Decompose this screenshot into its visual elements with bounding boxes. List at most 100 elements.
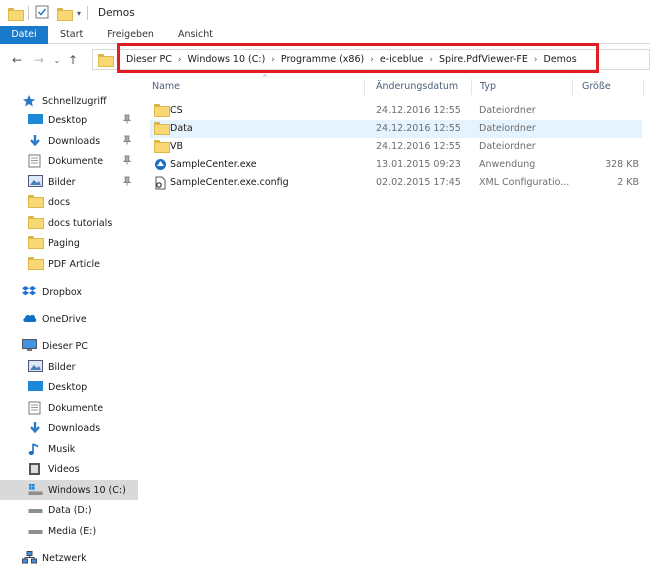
file-name: Data: [170, 123, 193, 134]
nav-item-dokumente-pc[interactable]: Dokumente: [0, 398, 138, 418]
nav-item-dieser-pc[interactable]: Dieser PC: [0, 336, 138, 356]
documents-icon: [28, 154, 44, 168]
video-icon: [28, 462, 44, 476]
breadcrumb-e-iceblue[interactable]: e-iceblue: [380, 54, 424, 65]
folder-icon: [28, 257, 44, 271]
nav-label: Dieser PC: [42, 340, 88, 352]
nav-item-bilder-pc[interactable]: Bilder: [0, 357, 138, 377]
nav-label: Dokumente: [48, 402, 104, 414]
file-name: VB: [170, 141, 184, 152]
chevron-right-icon[interactable]: ›: [178, 55, 182, 65]
breadcrumb-demos[interactable]: Demos: [544, 54, 577, 65]
nav-item-desktop[interactable]: Desktop: [0, 110, 138, 130]
column-header-date[interactable]: Änderungsdatum: [376, 81, 458, 92]
file-type: Dateiordner: [479, 123, 536, 134]
file-row-data[interactable]: Data 24.12.2016 12:55 Dateiordner: [150, 120, 642, 138]
properties-icon[interactable]: [35, 5, 49, 22]
dropbox-icon: [22, 285, 38, 299]
file-name: CS: [170, 105, 183, 116]
tab-start[interactable]: Start: [48, 26, 95, 44]
chevron-right-icon[interactable]: ›: [370, 55, 374, 65]
file-size: 2 KB: [617, 177, 639, 188]
nav-item-pdf-article[interactable]: PDF Article: [0, 254, 138, 274]
nav-label: Videos: [48, 463, 80, 475]
breadcrumb-windows-10[interactable]: Windows 10 (C:): [188, 54, 266, 65]
pin-icon[interactable]: [122, 176, 132, 189]
nav-item-onedrive[interactable]: OneDrive: [0, 309, 138, 329]
file-row-samplecenter-exe[interactable]: SampleCenter.exe 13.01.2015 09:23 Anwend…: [150, 156, 642, 174]
folder-icon: [28, 195, 44, 209]
chevron-right-icon[interactable]: ›: [271, 55, 275, 65]
nav-label: docs: [48, 196, 71, 208]
nav-item-downloads[interactable]: Downloads: [0, 131, 138, 151]
tab-datei[interactable]: Datei: [0, 26, 48, 44]
chevron-right-icon[interactable]: ›: [429, 55, 433, 65]
file-row-samplecenter-config[interactable]: SampleCenter.exe.config 02.02.2015 17:45…: [150, 174, 642, 192]
breadcrumb-dieser-pc[interactable]: Dieser PC: [126, 54, 172, 65]
file-row-cs[interactable]: CS 24.12.2016 12:55 Dateiordner: [150, 102, 642, 120]
nav-label: Schnellzugriff: [42, 95, 107, 107]
nav-item-netzwerk[interactable]: Netzwerk: [0, 548, 138, 568]
nav-item-schnellzugriff[interactable]: Schnellzugriff: [0, 91, 138, 111]
column-divider[interactable]: [364, 79, 365, 95]
back-arrow-icon[interactable]: ←: [6, 53, 28, 67]
up-arrow-icon[interactable]: ↑: [64, 53, 82, 67]
pin-icon[interactable]: [122, 155, 132, 168]
nav-item-desktop-pc[interactable]: Desktop: [0, 377, 138, 397]
nav-item-data-d[interactable]: Data (D:): [0, 500, 138, 520]
address-bar[interactable]: › Dieser PC › Windows 10 (C:) › Programm…: [92, 49, 650, 70]
nav-item-videos[interactable]: Videos: [0, 459, 138, 479]
navigation-pane[interactable]: Schnellzugriff Desktop Downloads Dokumen…: [0, 76, 138, 571]
nav-item-musik[interactable]: Musik: [0, 439, 138, 459]
nav-label: docs tutorials: [48, 217, 113, 229]
folder-icon[interactable]: [8, 7, 24, 21]
nav-label: Media (E:): [48, 525, 97, 537]
nav-label: OneDrive: [42, 313, 87, 325]
nav-item-dokumente[interactable]: Dokumente: [0, 151, 138, 171]
nav-item-windows-10-c[interactable]: Windows 10 (C:): [0, 480, 138, 500]
nav-label: Desktop: [48, 381, 88, 393]
tab-ansicht[interactable]: Ansicht: [166, 26, 225, 44]
breadcrumb-programme-x86[interactable]: Programme (x86): [281, 54, 364, 65]
forward-arrow-icon[interactable]: →: [28, 53, 50, 67]
chevron-down-icon[interactable]: ▾: [77, 9, 81, 18]
column-divider[interactable]: [572, 79, 573, 95]
pin-icon[interactable]: [122, 114, 132, 127]
column-divider[interactable]: [643, 79, 644, 95]
title-bar: ▾ Demos: [0, 0, 650, 26]
nav-item-dropbox[interactable]: Dropbox: [0, 282, 138, 302]
tab-freigeben[interactable]: Freigeben: [95, 26, 166, 44]
folder-icon: [154, 140, 170, 153]
nav-item-docs[interactable]: docs: [0, 192, 138, 212]
nav-label: Data (D:): [48, 504, 92, 516]
sort-arrow-icon: ^: [262, 74, 268, 82]
folder-icon: [154, 122, 170, 135]
column-header-type[interactable]: Typ: [480, 81, 496, 92]
breadcrumb-spire-pdfviewer[interactable]: Spire.PdfViewer-FE: [439, 54, 528, 65]
chevron-right-icon[interactable]: ›: [534, 55, 538, 65]
file-date: 24.12.2016 12:55: [376, 123, 461, 134]
download-icon: [28, 421, 44, 435]
column-divider[interactable]: [471, 79, 472, 95]
file-row-vb[interactable]: VB 24.12.2016 12:55 Dateiordner: [150, 138, 642, 156]
recent-locations-icon[interactable]: ⌄: [50, 56, 64, 65]
chevron-right-icon[interactable]: ›: [116, 55, 119, 64]
star-icon: [22, 94, 38, 108]
nav-item-bilder[interactable]: Bilder: [0, 172, 138, 192]
new-folder-icon[interactable]: [57, 7, 73, 21]
file-list[interactable]: Name ^ Änderungsdatum Typ Größe CS 24.12…: [138, 74, 650, 571]
column-header-size[interactable]: Größe: [582, 81, 611, 92]
nav-item-media-e[interactable]: Media (E:): [0, 521, 138, 541]
file-name: SampleCenter.exe: [170, 159, 257, 170]
nav-item-docs-tutorials[interactable]: docs tutorials: [0, 213, 138, 233]
nav-item-paging[interactable]: Paging: [0, 233, 138, 253]
pin-icon[interactable]: [122, 135, 132, 148]
nav-label: Bilder: [48, 176, 76, 188]
nav-item-downloads-pc[interactable]: Downloads: [0, 418, 138, 438]
computer-icon: [22, 339, 38, 353]
nav-label: Dokumente: [48, 155, 104, 167]
music-icon: [28, 442, 44, 456]
file-date: 13.01.2015 09:23: [376, 159, 461, 170]
nav-label: Bilder: [48, 361, 76, 373]
column-header-name[interactable]: Name: [152, 81, 180, 92]
